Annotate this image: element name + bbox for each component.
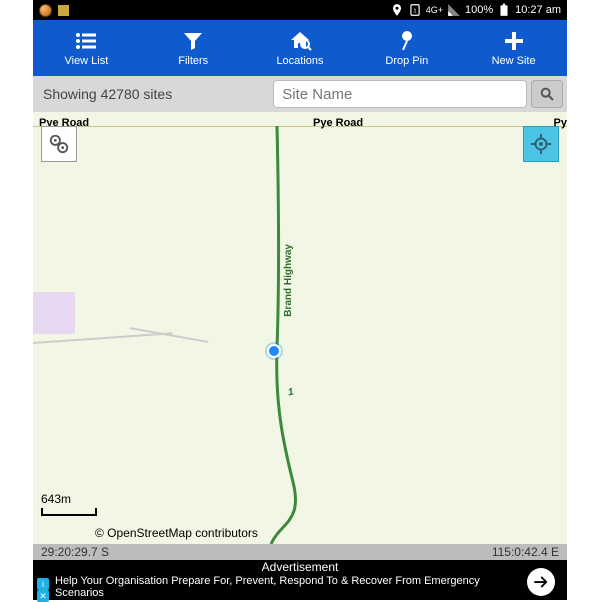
filters-button[interactable]: Filters xyxy=(140,20,247,76)
pin-icon xyxy=(395,29,419,53)
longitude-value: 115:0:42.4 E xyxy=(492,545,559,559)
search-icon xyxy=(539,86,555,102)
drop-pin-label: Drop Pin xyxy=(385,55,428,67)
funnel-icon xyxy=(181,29,205,53)
filters-label: Filters xyxy=(178,55,208,67)
ad-info-icon[interactable]: i xyxy=(37,578,49,590)
sim-icon: 1 xyxy=(408,3,422,17)
view-list-button[interactable]: View List xyxy=(33,20,140,76)
crosshair-icon xyxy=(530,133,552,155)
plus-icon xyxy=(502,29,526,53)
search-button[interactable] xyxy=(531,80,563,108)
home-search-icon xyxy=(288,29,312,53)
new-site-label: New Site xyxy=(492,55,536,67)
scale-line xyxy=(41,508,97,516)
notification-icon xyxy=(58,5,69,16)
ad-text: Help Your Organisation Prepare For, Prev… xyxy=(33,573,567,599)
ad-close-icon[interactable]: ✕ xyxy=(37,590,49,602)
ad-arrow-button[interactable] xyxy=(527,568,555,596)
network-type: 4G+ xyxy=(426,5,443,15)
new-site-button[interactable]: New Site xyxy=(460,20,567,76)
list-icon xyxy=(74,29,98,53)
scale-bar: 643m xyxy=(41,492,97,516)
latitude-value: 29:20:29.7 S xyxy=(41,545,109,559)
clock: 10:27 am xyxy=(515,4,561,16)
toolbar: View List Filters Locations Drop Pin New… xyxy=(33,20,567,76)
highway-line xyxy=(33,112,567,544)
map-attribution: © OpenStreetMap contributors xyxy=(95,526,258,540)
recenter-button[interactable] xyxy=(523,126,559,162)
highway-label: Brand Highway xyxy=(283,244,294,317)
app-indicator-icon xyxy=(39,4,52,17)
coordinates-bar: 29:20:29.7 S 115:0:42.4 E xyxy=(33,544,567,560)
site-count-label: Showing 42780 sites xyxy=(33,86,273,102)
locations-label: Locations xyxy=(276,55,323,67)
battery-percent: 100% xyxy=(465,4,493,16)
search-input[interactable] xyxy=(273,80,527,108)
gears-icon xyxy=(48,133,70,155)
scale-label: 643m xyxy=(41,492,71,506)
location-icon xyxy=(390,3,404,17)
ad-header: Advertisement xyxy=(33,560,567,573)
view-list-label: View List xyxy=(64,55,108,67)
map-canvas[interactable]: Pye Road Pye Road Py Brand Highway 1 xyxy=(33,112,567,544)
ad-banner[interactable]: Advertisement i ✕ Help Your Organisation… xyxy=(33,560,567,600)
arrow-right-icon xyxy=(532,573,550,591)
drop-pin-button[interactable]: Drop Pin xyxy=(353,20,460,76)
map-settings-button[interactable] xyxy=(41,126,77,162)
battery-icon xyxy=(497,3,511,17)
svg-text:1: 1 xyxy=(413,8,416,14)
signal-icon xyxy=(447,3,461,17)
status-bar: 1 4G+ 100% 10:27 am xyxy=(33,0,567,20)
locations-button[interactable]: Locations xyxy=(247,20,354,76)
filter-row: Showing 42780 sites xyxy=(33,76,567,112)
current-location-marker xyxy=(267,344,281,358)
